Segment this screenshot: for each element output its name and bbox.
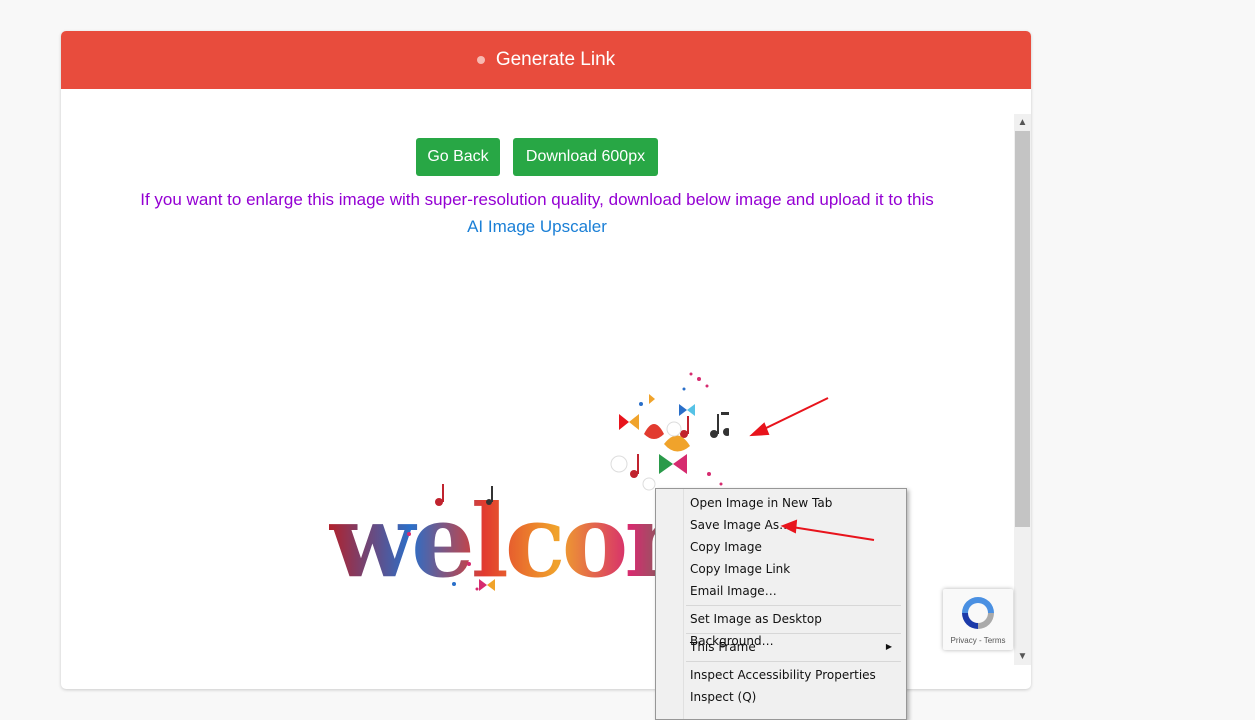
menu-item-email-image[interactable]: Email Image… [690, 580, 900, 602]
menu-item-copy-image[interactable]: Copy Image [690, 536, 900, 558]
scroll-down-arrow-icon[interactable]: ▼ [1014, 648, 1031, 665]
header-dot-icon [476, 56, 485, 64]
menu-item-copy-image-link[interactable]: Copy Image Link [690, 558, 900, 580]
scroll-up-arrow-icon[interactable]: ▲ [1014, 114, 1031, 131]
submenu-arrow-icon: ▶ [885, 642, 892, 651]
recaptcha-badge[interactable]: Privacy - Terms [943, 589, 1013, 650]
menu-item-set-desktop-background[interactable]: Set Image as Desktop Background… [690, 608, 900, 648]
recaptcha-icon [962, 597, 994, 629]
header-title: Generate Link [495, 49, 616, 70]
menu-item-this-frame[interactable]: This Frame ▶ [690, 636, 900, 658]
card-header: Generate Link [61, 31, 1031, 89]
ai-image-upscaler-link[interactable]: AI Image Upscaler [467, 217, 607, 236]
menu-separator [686, 661, 901, 662]
go-back-button[interactable]: Go Back [416, 138, 500, 176]
recaptcha-privacy-terms[interactable]: Privacy - Terms [943, 636, 1013, 645]
context-menu-gutter [683, 489, 684, 719]
menu-item-this-frame-label: This Frame [690, 640, 756, 654]
menu-item-open-image-new-tab[interactable]: Open Image in New Tab [690, 492, 900, 514]
vertical-scrollbar[interactable]: ▲ ▼ [1014, 114, 1031, 665]
context-menu: Open Image in New Tab Save Image As… Cop… [655, 488, 907, 720]
info-text: If you want to enlarge this image with s… [140, 190, 934, 209]
scrollbar-thumb[interactable] [1015, 131, 1030, 527]
menu-item-inspect-accessibility[interactable]: Inspect Accessibility Properties [690, 664, 900, 686]
download-600px-button[interactable]: Download 600px [513, 138, 658, 176]
menu-item-save-image-as[interactable]: Save Image As… [690, 514, 900, 536]
menu-item-inspect[interactable]: Inspect (Q) [690, 686, 900, 708]
info-message: If you want to enlarge this image with s… [61, 186, 1013, 240]
menu-separator [686, 633, 901, 634]
menu-separator [686, 605, 901, 606]
